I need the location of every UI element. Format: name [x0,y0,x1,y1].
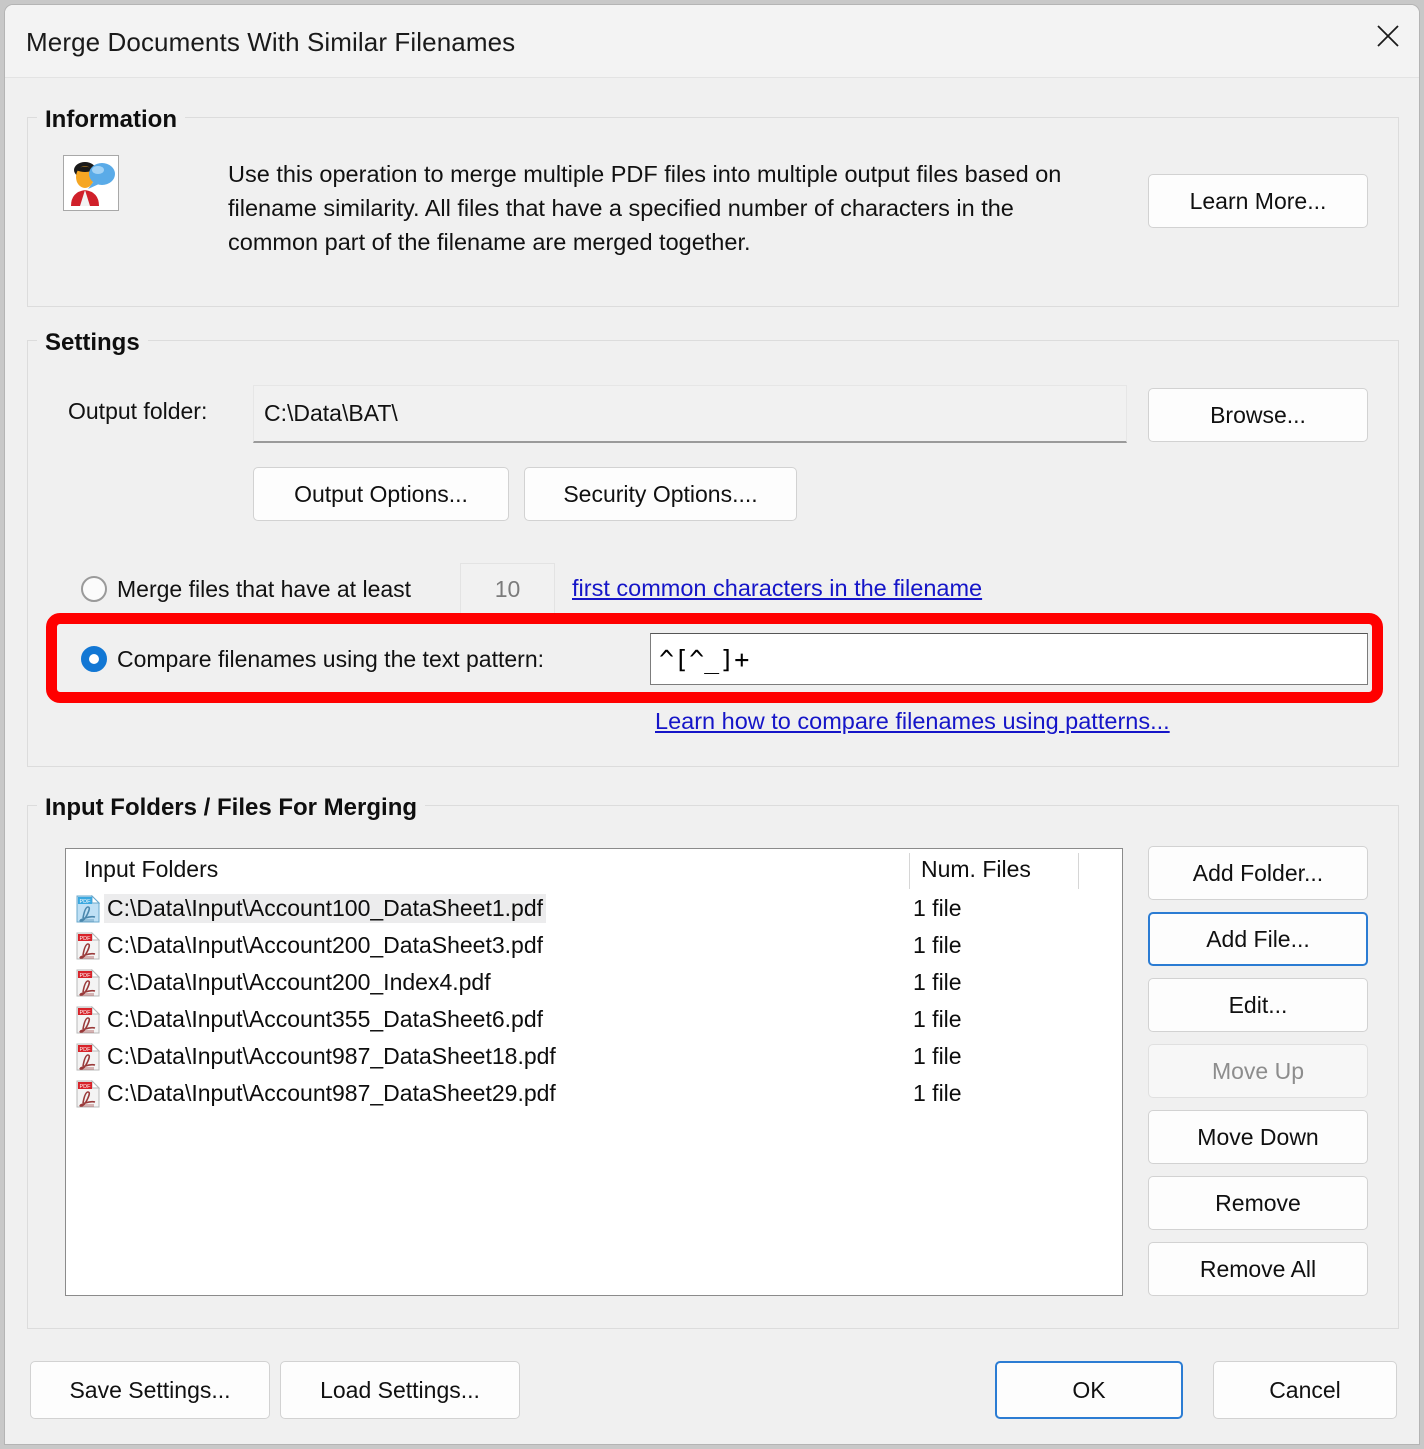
merge-count-label: Merge files that have at least [117,576,412,602]
edit-button[interactable]: Edit... [1148,978,1368,1032]
column-header-input-folders[interactable]: Input Folders [84,856,218,883]
table-row[interactable]: PDF C:\Data\Input\Account987_DataSheet29.… [66,1076,1122,1113]
pattern-help-link[interactable]: Learn how to compare filenames using pat… [655,708,1170,735]
table-row[interactable]: PDF C:\Data\Input\Account200_Index4.pdf 1 … [66,965,1122,1002]
pdf-file-icon: PDF [76,968,101,997]
pdf-file-icon: PDF [76,1079,101,1108]
merge-count-radio[interactable] [81,576,107,602]
table-row[interactable]: PDF C:\Data\Input\Account987_DataSheet18.… [66,1039,1122,1076]
text-pattern-input[interactable]: ^[^_]+ [650,633,1368,685]
ok-button[interactable]: OK [995,1361,1183,1419]
cancel-button[interactable]: Cancel [1213,1361,1397,1419]
column-header-num-files[interactable]: Num. Files [921,856,1031,883]
input-folder-path: C:\Data\Input\Account987_DataSheet18.pdf [107,1043,556,1069]
input-folder-path: C:\Data\Input\Account355_DataSheet6.pdf [107,1006,544,1032]
compare-pattern-radio[interactable] [81,646,107,672]
window-title: Merge Documents With Similar Filenames [26,27,516,57]
input-folder-path: C:\Data\Input\Account987_DataSheet29.pdf [107,1080,556,1106]
dialog-window: Merge Documents With Similar Filenames I… [4,4,1420,1445]
pdf-file-icon: PDF [76,931,101,960]
pdf-file-icon: PDF [76,894,101,923]
browse-button[interactable]: Browse... [1148,388,1368,442]
svg-text:PDF: PDF [80,1047,92,1053]
merge-count-input[interactable]: 10 [460,563,555,615]
remove-all-button[interactable]: Remove All [1148,1242,1368,1296]
add-folder-button[interactable]: Add Folder... [1148,846,1368,900]
svg-text:PDF: PDF [80,936,92,942]
svg-text:PDF: PDF [80,1010,92,1016]
information-description: Use this operation to merge multiple PDF… [228,161,1062,255]
move-down-button[interactable]: Move Down [1148,1110,1368,1164]
information-group-title: Information [37,106,185,134]
svg-text:PDF: PDF [80,899,92,905]
num-files-value: 1 file [913,1043,962,1069]
num-files-value: 1 file [913,1006,962,1032]
input-folders-group-title: Input Folders / Files For Merging [37,794,426,822]
num-files-value: 1 file [913,932,962,958]
num-files-value: 1 file [913,1080,962,1106]
load-settings-button[interactable]: Load Settings... [280,1361,520,1419]
title-bar: Merge Documents With Similar Filenames [5,5,1419,78]
column-divider-left [909,853,910,889]
add-file-button[interactable]: Add File... [1148,912,1368,966]
input-folders-list[interactable]: Input Folders Num. Files PDF C:\Data\Inpu… [65,848,1123,1296]
close-icon[interactable] [1357,5,1419,67]
first-common-characters-link[interactable]: first common characters in the filename [572,575,982,602]
move-up-button: Move Up [1148,1044,1368,1098]
svg-text:PDF: PDF [80,973,92,979]
pdf-file-icon: PDF [76,1005,101,1034]
compare-pattern-label: Compare filenames using the text pattern… [117,646,545,672]
input-folder-path: C:\Data\Input\Account200_DataSheet3.pdf [107,932,544,958]
list-header: Input Folders Num. Files [66,849,1122,891]
output-folder-input[interactable]: C:\Data\BAT\ [253,385,1127,443]
column-divider-right [1078,853,1079,889]
save-settings-button[interactable]: Save Settings... [30,1361,270,1419]
remove-button[interactable]: Remove [1148,1176,1368,1230]
svg-text:PDF: PDF [80,1084,92,1090]
settings-group-title: Settings [37,329,148,357]
security-options-button[interactable]: Security Options.... [524,467,797,521]
output-folder-label: Output folder: [68,398,208,424]
pdf-file-icon: PDF [76,1042,101,1071]
table-row[interactable]: PDF C:\Data\Input\Account100_DataSheet1.p… [66,891,1122,928]
input-folder-path: C:\Data\Input\Account100_DataSheet1.pdf [104,894,547,923]
user-speech-bubble-icon [63,155,119,211]
output-options-button[interactable]: Output Options... [253,467,509,521]
num-files-value: 1 file [913,969,962,995]
input-folder-path: C:\Data\Input\Account200_Index4.pdf [107,969,491,995]
table-row[interactable]: PDF C:\Data\Input\Account200_DataSheet3.p… [66,928,1122,965]
table-row[interactable]: PDF C:\Data\Input\Account355_DataSheet6.p… [66,1002,1122,1039]
num-files-value: 1 file [913,895,962,921]
learn-more-button[interactable]: Learn More... [1148,174,1368,228]
